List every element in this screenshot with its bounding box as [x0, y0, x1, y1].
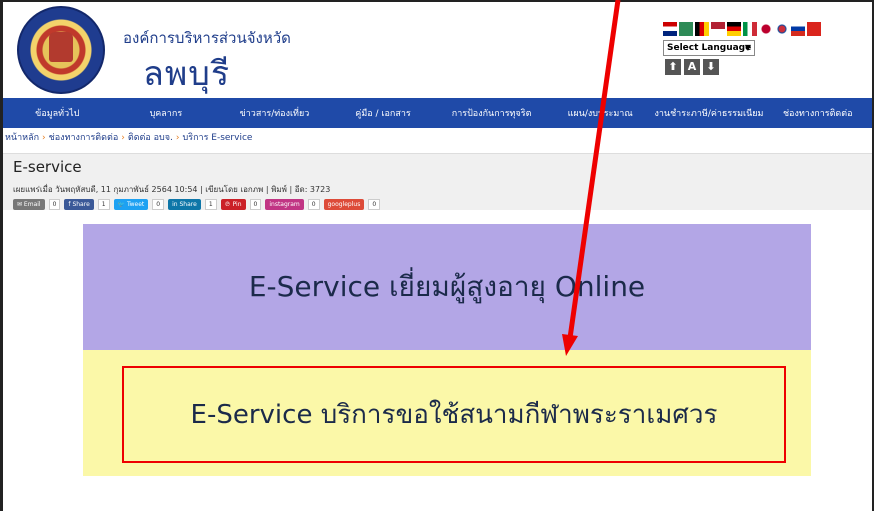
annotation-arrow-icon [562, 0, 621, 356]
